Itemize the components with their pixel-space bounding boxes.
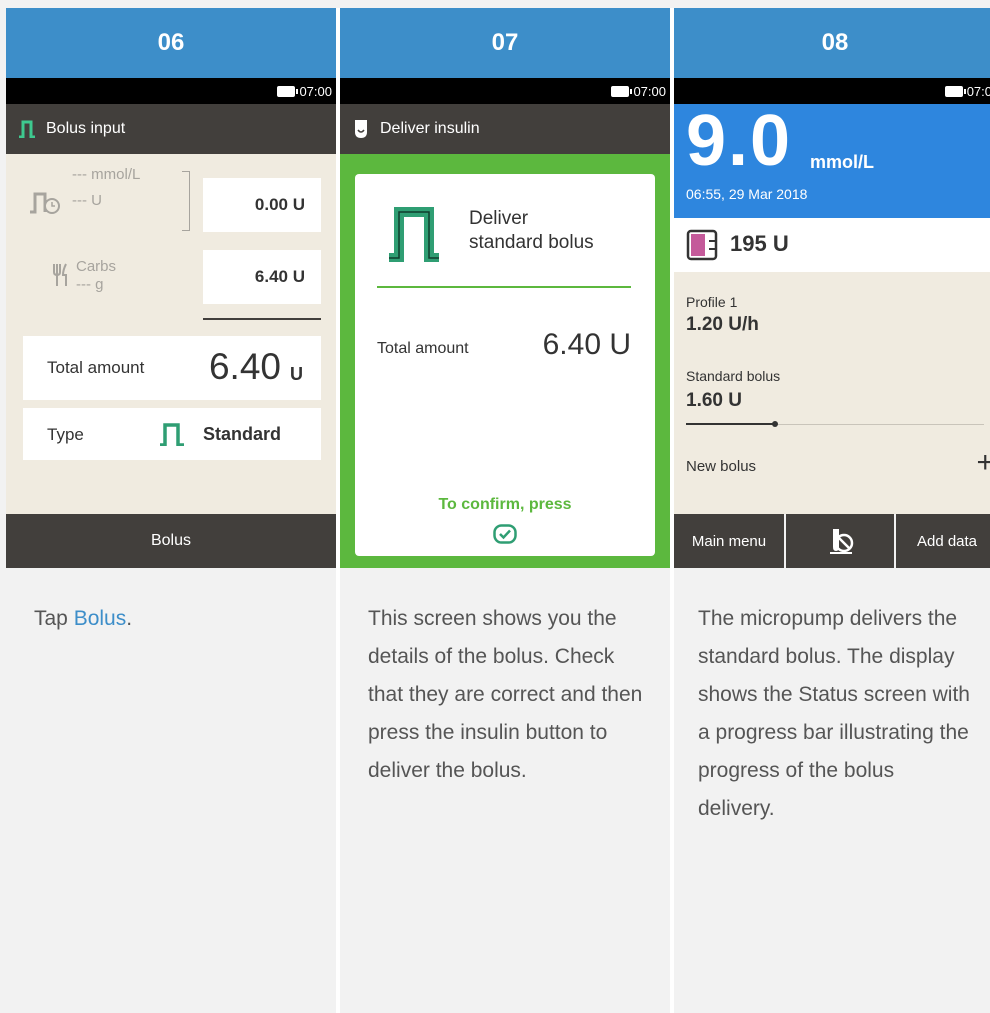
total-amount-value: 6.40 U [542, 328, 631, 361]
bg-mmol-text: --- mmol/L [72, 166, 141, 183]
status-screen: 07:0 9.0 mmol/L 06:55, 29 Mar 2018 195 U… [674, 78, 990, 568]
screen-title-bar: Bolus input [6, 104, 336, 154]
bolus-details-card: Deliver standard bolus Total amount 6.40… [355, 174, 655, 556]
glucose-timestamp: 06:55, 29 Mar 2018 [686, 186, 808, 202]
standard-bolus-icon [19, 120, 35, 138]
bolus-progress-fill [686, 423, 776, 425]
bolus-input-screen: 07:00 Bolus input --- mmol/L --- U 0.00 … [6, 78, 336, 568]
add-data-button[interactable]: Add data [898, 514, 990, 568]
total-amount-row: Total amount 6.40 U [23, 336, 321, 400]
new-bolus-label: New bolus [686, 458, 757, 475]
step-07-description: This screen shows you the details of the… [368, 607, 643, 782]
sum-line [203, 318, 321, 320]
screen-title: Bolus input [46, 120, 126, 137]
step-number-08: 08 [674, 8, 990, 78]
status-time: 07:00 [299, 83, 332, 99]
standard-bolus-value: 1.60 U [686, 390, 742, 411]
bolus-button[interactable]: Bolus [6, 514, 336, 568]
battery-icon [277, 85, 299, 97]
type-label: Type [47, 425, 84, 444]
basal-rate: 1.20 U/h [686, 314, 759, 335]
step-number-07: 07 [340, 8, 670, 78]
insulin-drop-icon [355, 120, 367, 138]
status-bar: 07:00 [340, 78, 670, 104]
bolus-type-row[interactable]: Type Standard [23, 408, 321, 460]
total-amount-label: Total amount [47, 358, 145, 377]
bolus-link[interactable]: Bolus [74, 607, 127, 630]
confirm-button-icon [493, 524, 517, 544]
standard-bolus-icon [389, 207, 439, 262]
reservoir-row: 195 U [674, 218, 990, 272]
status-time: 07:0 [966, 83, 990, 99]
confirm-instruction: To confirm, press [438, 496, 572, 513]
card-title-line1: Deliver [469, 208, 529, 229]
carbs-bolus-value[interactable]: 6.40 U [203, 250, 321, 304]
bg-units-text: --- U [72, 192, 102, 209]
step-08-column: 08 07:0 9.0 mmol/L 06:55, 29 Mar 2018 19… [674, 8, 990, 1013]
stop-pump-icon [830, 529, 854, 554]
standard-bolus-label: Standard bolus [686, 368, 781, 384]
standard-bolus-icon [160, 423, 184, 446]
bolus-progress-track [686, 421, 984, 427]
carbs-grams: --- g [76, 276, 104, 293]
carbs-label: Carbs [76, 258, 117, 275]
total-amount-value: 6.40 [208, 346, 281, 387]
main-menu-button[interactable]: Main menu [674, 514, 786, 568]
step-06-column: 06 07:00 Bolus input --- mmol/L --- U 0.… [6, 8, 336, 1013]
fork-knife-icon [53, 263, 67, 286]
battery-icon [611, 85, 633, 97]
total-amount-unit: U [290, 364, 303, 384]
status-bar: 07:00 [6, 78, 336, 104]
step-08-description: The micropump delivers the standard bolu… [698, 607, 970, 820]
screen-title: Deliver insulin [380, 120, 480, 137]
bolus-progress-marker [772, 421, 778, 427]
step-number-06: 06 [6, 8, 336, 78]
step-06-description: Tap Bolus. [6, 568, 336, 638]
profile-label: Profile 1 [686, 294, 738, 310]
type-value: Standard [203, 424, 282, 444]
reservoir-units: 195 U [730, 231, 789, 256]
glucose-value: 9.0 [686, 101, 793, 181]
battery-icon [944, 85, 966, 97]
screen-title-bar: Deliver insulin [340, 104, 670, 154]
add-bolus-icon[interactable]: + [976, 446, 990, 480]
deliver-insulin-screen: 07:00 Deliver insulin Deliver standard b… [340, 78, 670, 568]
description-text: Tap [34, 607, 74, 630]
divider-line [377, 286, 631, 288]
glucose-panel: 9.0 mmol/L 06:55, 29 Mar 2018 [674, 101, 990, 218]
total-amount-label: Total amount [377, 340, 469, 357]
description-suffix: . [126, 607, 133, 630]
glucose-unit: mmol/L [810, 152, 875, 172]
card-title-line2: standard bolus [469, 232, 594, 253]
reservoir-icon [686, 229, 718, 261]
step-07-column: 07 07:00 Deliver insulin Deliver standar… [340, 8, 670, 1013]
stop-pump-button[interactable] [788, 514, 896, 568]
status-time: 07:00 [633, 83, 666, 99]
bg-bolus-value[interactable]: 0.00 U [203, 178, 321, 232]
status-bottom-bar: Main menu Add data [674, 514, 990, 568]
bolus-timer-icon [30, 192, 60, 214]
bracket [182, 171, 190, 231]
